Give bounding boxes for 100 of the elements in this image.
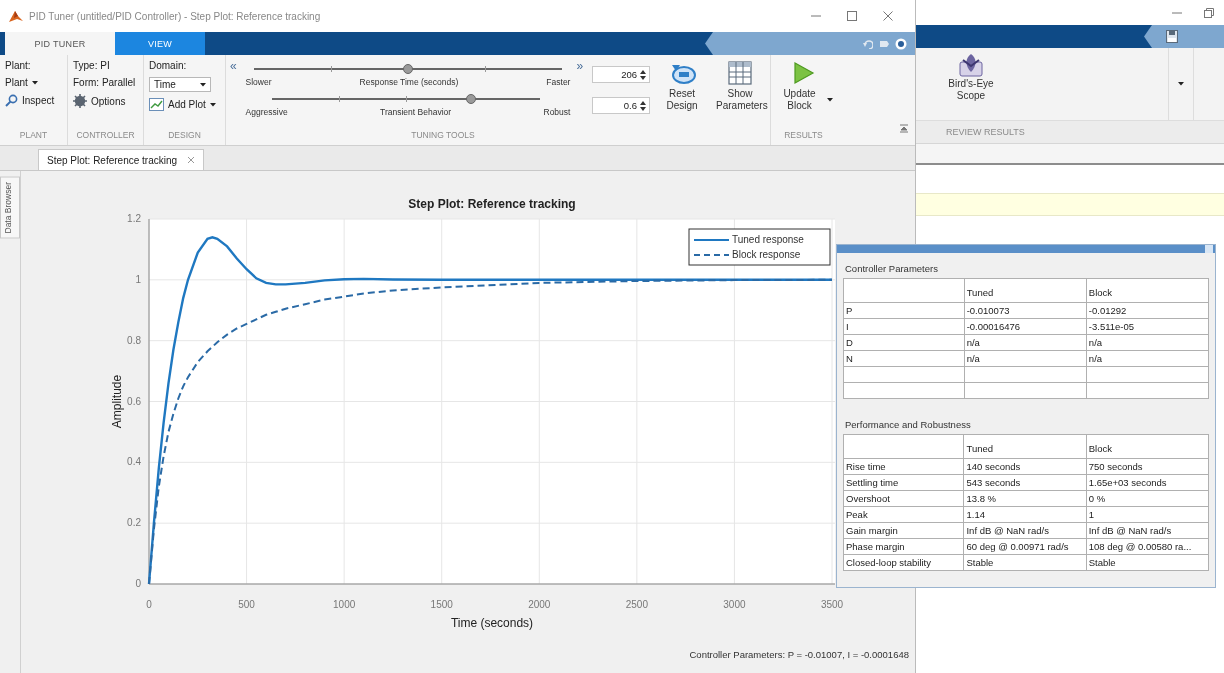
table-cell: n/a — [964, 334, 1087, 351]
help-icon[interactable] — [895, 37, 907, 50]
column-header: Block — [1086, 278, 1209, 303]
tick-label: 0.6 — [127, 395, 141, 407]
caret-icon — [1178, 82, 1184, 86]
table-cell: Stable — [1086, 554, 1209, 571]
ribbon-button[interactable]: Update Block — [773, 59, 835, 114]
tick-label: 1500 — [430, 599, 453, 610]
column-header: Tuned — [963, 434, 1087, 459]
row-header: I — [843, 318, 965, 335]
spinner-field[interactable]: 0.6 — [592, 97, 650, 114]
table-cell: 13.8 % — [963, 490, 1087, 507]
column-header: Tuned — [964, 278, 1087, 303]
ribbon-tab[interactable]: VIEW — [115, 32, 205, 55]
slider-title: Response Time (seconds) — [359, 77, 459, 87]
mountain-icon — [8, 9, 24, 23]
field-label: Domain: — [149, 60, 188, 71]
section-label: CONTROLLER — [75, 130, 136, 142]
section-label: DESIGN — [167, 130, 202, 142]
axis-label: Time (seconds) — [450, 616, 534, 630]
section-title: Performance and Robustness — [844, 418, 972, 432]
table-cell: n/a — [1086, 334, 1209, 351]
play-icon — [792, 61, 816, 85]
spinner-field[interactable]: 206 — [592, 66, 650, 83]
legend-label: Block response — [732, 249, 801, 260]
table-cell: Inf dB @ NaN rad/s — [963, 522, 1087, 539]
side-tab[interactable]: Data Browser — [0, 177, 20, 239]
table-cell: 543 seconds — [963, 474, 1087, 491]
row-header: Settling time — [843, 474, 964, 491]
table-cell: n/a — [964, 350, 1087, 367]
options-button[interactable]: Options — [73, 94, 139, 108]
controller-form: Form: Parallel — [73, 77, 137, 88]
spinner-arrows-icon[interactable] — [640, 100, 646, 111]
row-header: Peak — [843, 506, 964, 523]
table-cell: 750 seconds — [1086, 458, 1209, 475]
table-cell: 60 deg @ 0.00971 rad/s — [963, 538, 1087, 555]
legend-label: Tuned response — [732, 234, 804, 245]
maximize-icon[interactable] — [847, 11, 857, 21]
tick-label: 1 — [135, 273, 141, 285]
ribbon-button[interactable]: Show Parameters — [714, 59, 766, 130]
plant-dropdown[interactable]: Plant — [5, 77, 63, 88]
section-title: Controller Parameters — [844, 262, 939, 276]
tick-label: 1000 — [333, 599, 356, 610]
table-cell: 0 % — [1086, 490, 1209, 507]
axis-label: Amplitude — [110, 374, 124, 429]
ribbon-tab[interactable]: PID TUNER — [5, 32, 115, 55]
tick-label: 0.8 — [127, 334, 141, 346]
slider-title: Transient Behavior — [380, 107, 452, 117]
tick-label: 0 — [135, 578, 141, 589]
section-label: TUNING TOOLS — [410, 130, 476, 142]
tick-label: 3000 — [723, 599, 746, 610]
settings-icon — [73, 94, 87, 108]
table-cell: n/a — [1086, 350, 1209, 367]
status-text: Controller Parameters: P = -0.01007, I = -0.0001648 — [689, 649, 909, 660]
slider-min-label: Aggressive — [245, 107, 288, 117]
table-cell: -0.01292 — [1086, 302, 1209, 319]
collapse-button[interactable]: « — [230, 59, 240, 130]
chart-icon — [149, 98, 164, 111]
tick-label: 0 — [146, 599, 152, 610]
tick-label: 2000 — [528, 599, 551, 610]
table-cell: Stable — [963, 554, 1087, 571]
tick-label: 3500 — [820, 599, 844, 610]
table-cell: -0.00016476 — [964, 318, 1087, 335]
section-label: PLANT — [18, 130, 49, 142]
tick-label: 1.2 — [127, 213, 141, 224]
table-cell: 1 — [1086, 506, 1209, 523]
caret-icon — [200, 82, 206, 87]
slider[interactable] — [253, 64, 563, 74]
spinner-arrows-icon[interactable] — [640, 69, 646, 80]
caret-icon — [209, 102, 216, 107]
plot-title: Step Plot: Reference tracking — [408, 197, 576, 211]
slider[interactable] — [271, 94, 541, 104]
row-header: Gain margin — [843, 522, 964, 539]
slider-thumb[interactable] — [465, 94, 476, 104]
row-header: Rise time — [843, 458, 964, 475]
slider-thumb[interactable] — [403, 64, 413, 74]
expand-button[interactable]: » — [576, 59, 586, 130]
caret-icon — [826, 98, 833, 102]
domain-dropdown[interactable]: Time — [149, 77, 211, 92]
row-header: P — [843, 302, 965, 319]
tick-label: 0.4 — [127, 456, 141, 468]
table-icon — [728, 61, 752, 85]
column-header: Block — [1086, 434, 1209, 459]
close-icon[interactable] — [883, 11, 893, 21]
ribbon-button[interactable]: Reset Design — [656, 59, 708, 130]
table-cell: Inf dB @ NaN rad/s — [1086, 522, 1209, 539]
row-header: N — [843, 350, 965, 367]
document-tab[interactable]: Step Plot: Reference tracking — [38, 149, 205, 170]
field-label: Plant: — [5, 60, 32, 71]
add-plot-button[interactable]: Add Plot — [149, 98, 221, 111]
table-cell: -0.010073 — [964, 302, 1087, 319]
collapse-ribbon-icon[interactable] — [899, 123, 909, 133]
restore-icon[interactable] — [1204, 7, 1214, 18]
row-header: Closed-loop stability — [843, 554, 964, 571]
close-icon[interactable] — [187, 156, 196, 164]
tick-label: 500 — [238, 599, 255, 610]
row-header: D — [843, 334, 965, 351]
search-icon — [5, 94, 18, 107]
save-icon[interactable] — [1166, 30, 1178, 43]
inspect-button[interactable]: Inspect — [5, 94, 63, 107]
